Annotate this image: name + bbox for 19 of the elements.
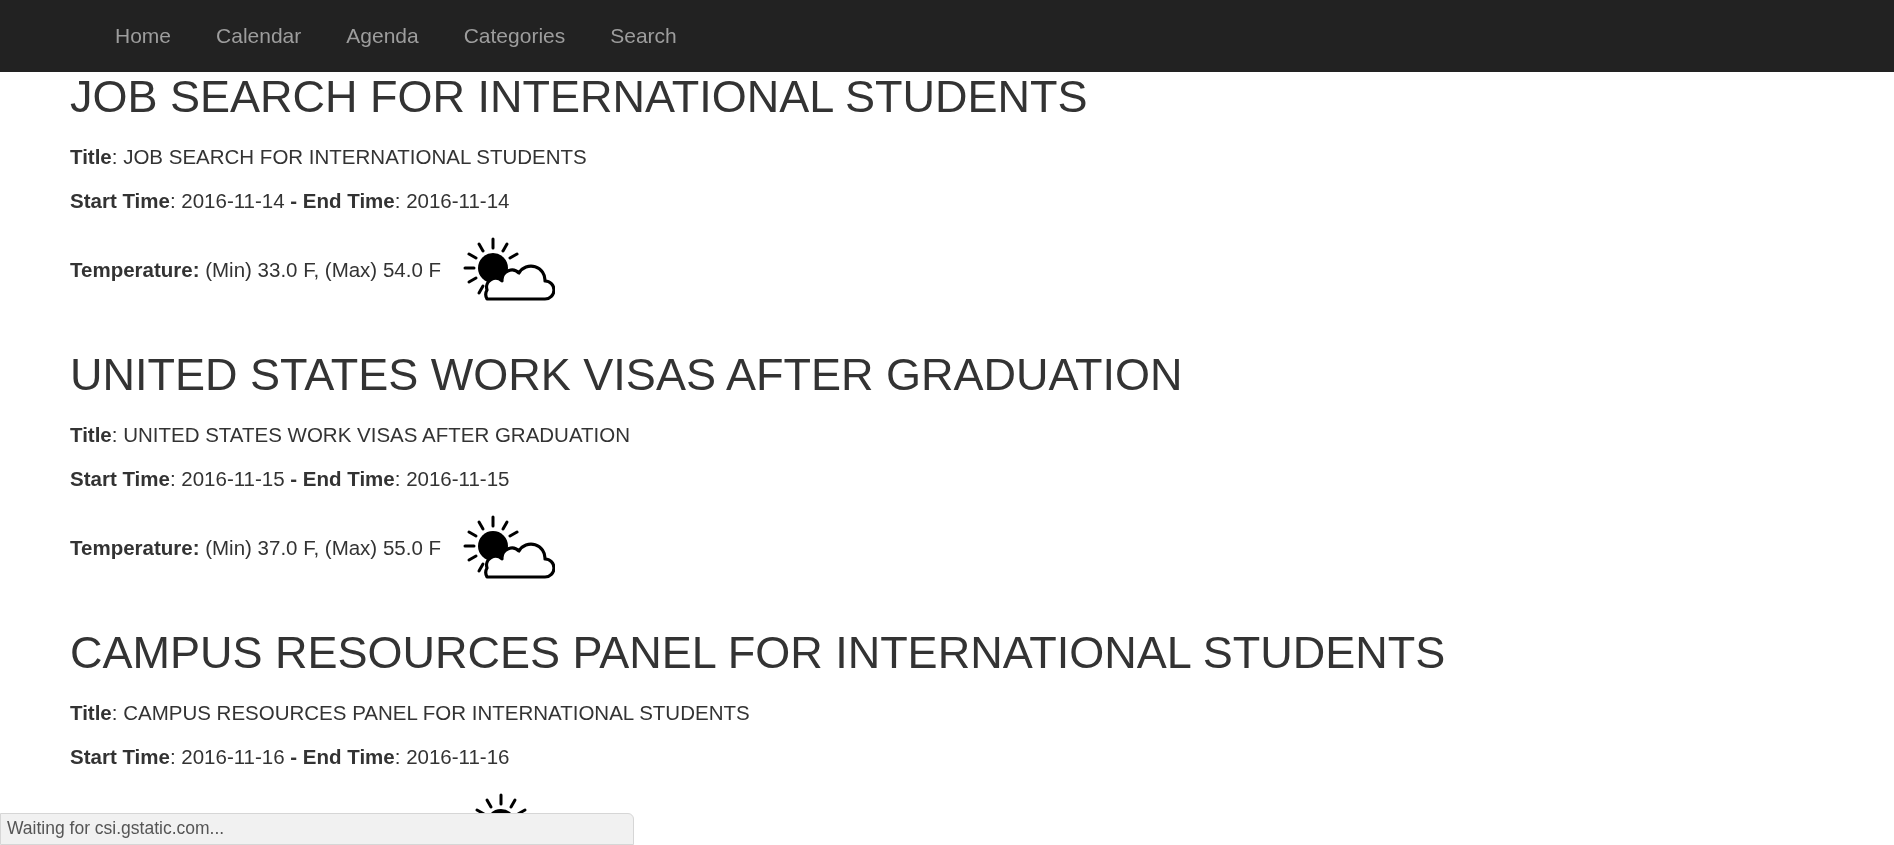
event-title: Title: UNITED STATES WORK VISAS AFTER GRADUATION (70, 423, 632, 447)
event-times: Start Time: 2016-11-15 - End Time: 2016-11-15 (70, 467, 511, 491)
status-bar: Waiting for csi.gstatic.com... (0, 813, 634, 845)
event-times: Start Time: 2016-11-16 - End Time: 2016-11-16 (70, 745, 511, 769)
nav-link[interactable]: Search (592, 24, 695, 48)
nav-link[interactable]: Home (97, 24, 190, 48)
event-heading: CAMPUS RESOURCES PANEL FOR INTERNATIONAL STUDENTS (70, 626, 1447, 680)
temperature-text: Temperature: (Min) 33.0 F, (Max) 54.0 F (70, 258, 441, 282)
event-times: Start Time: 2016-11-14 - End Time: 2016-11-14 (70, 189, 511, 213)
event-title: Title: JOB SEARCH FOR INTERNATIONAL STUDENTS (70, 145, 588, 169)
sun-cloud-icon (463, 237, 555, 303)
nav-link[interactable]: Calendar (198, 24, 320, 48)
sun-cloud-icon (463, 515, 555, 581)
event-heading: UNITED STATES WORK VISAS AFTER GRADUATION (70, 348, 1184, 402)
event-heading: JOB SEARCH FOR INTERNATIONAL STUDENTS (70, 70, 1089, 124)
event-title: Title: CAMPUS RESOURCES PANEL FOR INTERNATIONAL STUDENTS (70, 701, 751, 725)
nav-link[interactable]: Categories (445, 24, 584, 48)
temperature-text: Temperature: (Min) 37.0 F, (Max) 55.0 F (70, 536, 441, 560)
nav-link[interactable]: Agenda (328, 24, 437, 48)
